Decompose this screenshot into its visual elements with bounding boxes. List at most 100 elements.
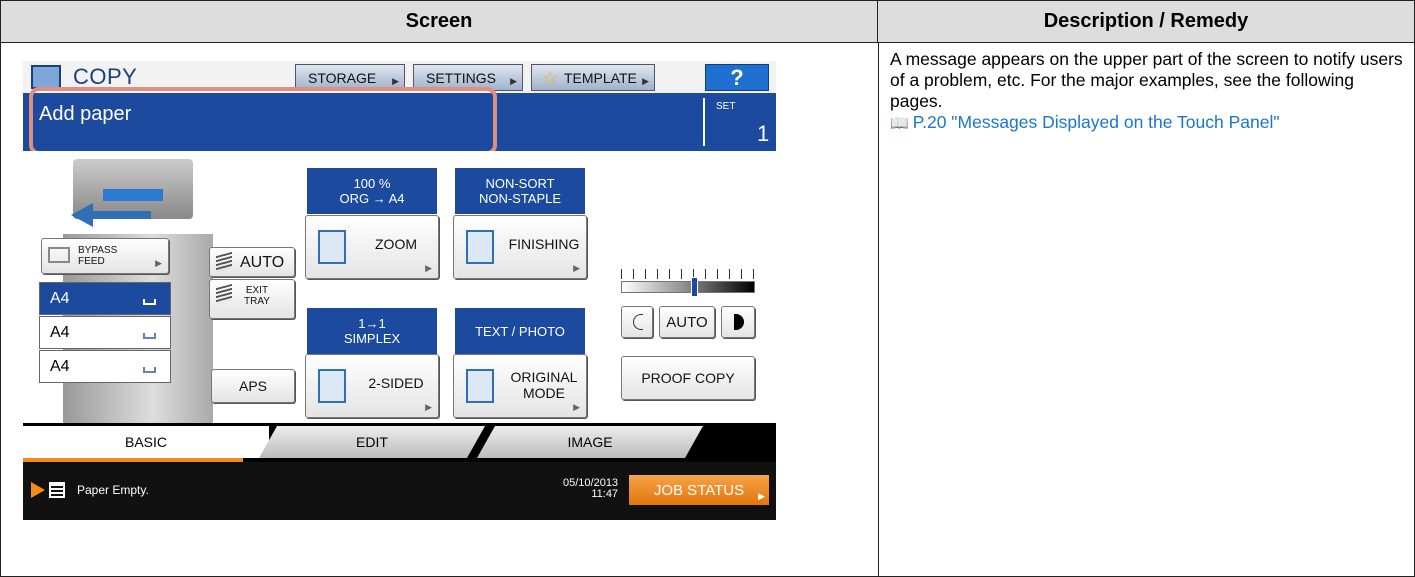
zoom-icon — [318, 230, 346, 264]
tray-icon — [143, 367, 156, 373]
list-icon[interactable] — [49, 482, 65, 498]
finishing-label: FINISHING — [508, 236, 580, 252]
original-mode-button[interactable]: ORIGINAL MODE ▶ — [453, 354, 587, 418]
two-sided-button[interactable]: 2-SIDED ▶ — [305, 354, 439, 418]
set-separator — [703, 98, 705, 146]
density-lighter-button[interactable] — [621, 306, 653, 338]
book-icon: 📖 — [890, 115, 909, 132]
finishing-status: NON-SORT NON-STAPLE — [455, 168, 585, 214]
tray-2-button[interactable]: A4 — [39, 316, 171, 349]
description-text: A message appears on the upper part of t… — [890, 49, 1403, 111]
two-sided-icon — [318, 369, 346, 403]
template-button[interactable]: ☆ TEMPLATE ▶ — [531, 64, 655, 91]
template-label: TEMPLATE — [564, 69, 637, 86]
original-mode-status: TEXT / PHOTO — [455, 308, 585, 354]
touch-panel-screenshot: COPY STORAGE ▶ SETTINGS ▶ ☆ TEMPLATE ▶ ? Add… — [23, 61, 776, 520]
status-time: 11:47 — [591, 488, 619, 500]
tray-1-size: A4 — [50, 289, 70, 307]
set-count: 1 — [757, 121, 770, 146]
lighter-icon — [633, 314, 643, 330]
arrow-icon: ▶ — [155, 258, 162, 268]
description-cell: A message appears on the upper part of t… — [890, 49, 1406, 134]
paper-auto-button[interactable]: AUTO — [209, 247, 295, 277]
bypass-icon — [48, 247, 70, 263]
zoom-size: ORG → A4 — [339, 191, 405, 206]
star-icon: ☆ — [542, 68, 559, 88]
copy-mode-icon — [31, 65, 61, 89]
date-time: 05/10/2013 11:47 — [563, 478, 618, 500]
density-darker-button[interactable] — [721, 306, 755, 338]
set-label: SET — [716, 101, 736, 112]
duplex-status: 1→1 SIMPLEX — [307, 308, 437, 354]
description-column-header: Description / Remedy — [878, 1, 1414, 43]
tab-edit[interactable]: EDIT — [259, 426, 485, 458]
message-highlight-callout — [29, 87, 497, 155]
reference-link[interactable]: 📖 P.20 "Messages Displayed on the Touch P… — [890, 112, 1406, 134]
paper-stack-icon — [216, 251, 232, 273]
function-tabs: BASIC EDIT IMAGE — [23, 423, 776, 458]
bypass-label-line2: FEED — [78, 256, 105, 267]
arrow-icon: ▶ — [425, 402, 432, 412]
finishing-staple: NON-STAPLE — [478, 191, 562, 206]
arrow-icon: ▶ — [573, 402, 580, 412]
aps-button[interactable]: APS — [211, 369, 295, 403]
documentation-table: Screen Description / Remedy A message ap… — [0, 0, 1415, 577]
original-mode-label: ORIGINAL MODE — [504, 369, 584, 401]
density-slider[interactable] — [621, 281, 755, 293]
arrow-icon: ▶ — [642, 76, 649, 86]
tab-basic[interactable]: BASIC — [23, 426, 269, 458]
arrow-icon: ▶ — [573, 263, 580, 273]
duplex-ratio: 1→1 — [358, 316, 386, 331]
duplex-mode: SIMPLEX — [343, 331, 401, 346]
play-icon[interactable] — [31, 482, 45, 498]
exit-tray-label: EXIT TRAY — [244, 285, 270, 307]
exit-tray-icon — [216, 283, 232, 305]
bypass-label: BYPASS FEED — [78, 245, 117, 267]
zoom-ratio: 100 % — [353, 176, 391, 191]
screen-column-header: Screen — [1, 1, 878, 43]
job-status-label: JOB STATUS — [653, 481, 745, 499]
zoom-label: ZOOM — [375, 236, 417, 252]
basic-work-area: BYPASS FEED ▶ A4 A4 A4 AUTO EXIT TRAY APS … — [23, 151, 776, 458]
density-auto-button[interactable]: AUTO — [659, 306, 715, 338]
reference-link-text: P.20 "Messages Displayed on the Touch Pa… — [912, 112, 1280, 132]
copier-panel — [103, 189, 163, 201]
tray-3-size: A4 — [50, 357, 70, 375]
original-mode-line1: ORIGINAL — [510, 369, 578, 385]
tray-icon — [143, 333, 156, 339]
tray-3-button[interactable]: A4 — [39, 350, 171, 383]
tray-1-button[interactable]: A4 — [39, 282, 171, 315]
tab-image[interactable]: IMAGE — [477, 426, 703, 458]
tray-icon — [143, 299, 156, 305]
arrow-icon: ▶ — [510, 76, 517, 86]
zoom-button[interactable]: ZOOM ▶ — [305, 215, 439, 279]
proof-copy-button[interactable]: PROOF COPY — [621, 356, 755, 400]
two-sided-label: 2-SIDED — [368, 375, 424, 391]
help-button[interactable]: ? — [705, 64, 769, 91]
job-status-button[interactable]: JOB STATUS ▶ — [629, 475, 769, 505]
status-bar: Paper Empty. 05/10/2013 11:47 JOB STATUS ▶ — [23, 462, 776, 520]
tray-2-size: A4 — [50, 323, 70, 341]
original-mode-icon — [466, 369, 494, 403]
bypass-label-line1: BYPASS — [78, 245, 118, 256]
exit-label-line1: EXIT — [245, 285, 269, 296]
finishing-icon — [466, 230, 494, 264]
arrow-icon: ▶ — [425, 263, 432, 273]
settings-label: SETTINGS — [426, 69, 497, 86]
column-divider — [878, 43, 879, 577]
original-mode-line2: MODE — [523, 385, 565, 401]
status-message: Paper Empty. — [77, 483, 149, 497]
bypass-feed-button[interactable]: BYPASS FEED ▶ — [41, 238, 169, 274]
arrow-icon: ▶ — [758, 491, 765, 501]
zoom-status: 100 % ORG → A4 — [307, 168, 437, 214]
finishing-button[interactable]: FINISHING ▶ — [453, 215, 587, 279]
paper-auto-label: AUTO — [240, 254, 285, 271]
exit-tray-arrow-icon — [71, 203, 151, 227]
darker-icon — [734, 314, 744, 330]
density-slider-handle[interactable] — [690, 277, 698, 297]
exit-tray-button[interactable]: EXIT TRAY — [209, 279, 295, 319]
density-scale-ticks — [621, 269, 755, 279]
exit-label-line2: TRAY — [244, 296, 270, 307]
arrow-icon: ▶ — [392, 76, 399, 86]
finishing-sort: NON-SORT — [485, 176, 555, 191]
